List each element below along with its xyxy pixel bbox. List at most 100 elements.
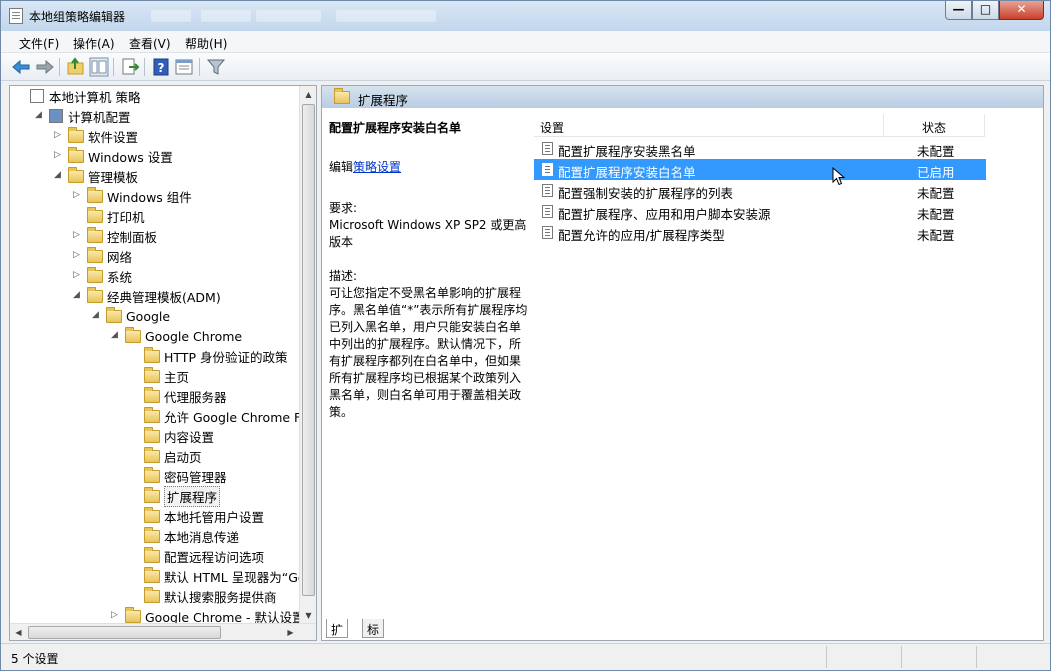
properties-icon[interactable] xyxy=(174,57,194,77)
tree-item-label: 允许 Google Chrome Fram xyxy=(164,409,317,425)
scroll-left-icon[interactable]: ◀ xyxy=(10,624,27,640)
tree-item[interactable]: ▷ 系统 xyxy=(73,266,132,286)
maximize-button[interactable]: □ xyxy=(972,1,999,20)
menu-bar: 文件(F) 操作(A) 查看(V) 帮助(H) xyxy=(1,31,1050,53)
background-blur xyxy=(336,10,436,22)
tree-horizontal-scrollbar[interactable]: ◀ ▶ xyxy=(10,623,316,640)
folder-icon xyxy=(125,606,141,623)
back-icon[interactable] xyxy=(11,57,31,77)
tree-item[interactable]: 本地托管用户设置 xyxy=(144,506,264,526)
folder-icon xyxy=(68,166,84,183)
tab-standard[interactable]: 标准 xyxy=(362,619,385,638)
list-item[interactable]: 配置强制安装的扩展程序的列表 未配置 xyxy=(534,180,986,201)
expand-arrow-icon[interactable]: ▷ xyxy=(54,150,61,160)
tree-item-label: 网络 xyxy=(107,249,133,265)
tab-extended[interactable]: 扩展 xyxy=(326,619,349,638)
tree-item-label: 代理服务器 xyxy=(164,389,227,405)
folder-icon xyxy=(125,326,141,343)
scroll-up-icon[interactable]: ▲ xyxy=(300,86,316,103)
show-hide-tree-icon[interactable] xyxy=(89,57,109,77)
minimize-button[interactable]: — xyxy=(945,1,972,20)
tree-item[interactable]: 本地消息传递 xyxy=(144,526,239,546)
expand-arrow-icon[interactable]: ▷ xyxy=(73,250,80,260)
tree-item-label: 本地消息传递 xyxy=(164,529,240,545)
title-bar[interactable]: 本地组策略编辑器 — □ ✕ xyxy=(1,1,1050,31)
scroll-down-icon[interactable]: ▼ xyxy=(300,607,316,624)
column-header-state[interactable]: 状态 xyxy=(884,114,985,137)
policy-setting-icon xyxy=(542,205,553,218)
list-item[interactable]: 配置扩展程序安装白名单 已启用 xyxy=(534,159,986,180)
policy-setting-icon xyxy=(542,142,553,155)
folder-icon xyxy=(144,466,160,483)
collapse-arrow-icon[interactable]: ◢ xyxy=(35,110,42,120)
tree-item[interactable]: 配置远程访问选项 xyxy=(144,546,264,566)
edit-policy-link[interactable]: 策略设置 xyxy=(353,160,401,174)
tree-item[interactable]: 默认 HTML 呈现器为“Goo xyxy=(144,566,313,586)
tree-item[interactable]: ▷ 软件设置 xyxy=(54,126,138,146)
collapse-arrow-icon[interactable]: ◢ xyxy=(73,290,80,300)
tree-item[interactable]: ▷ 控制面板 xyxy=(73,226,157,246)
tree-item[interactable]: 允许 Google Chrome Fram xyxy=(144,406,317,426)
tree-item[interactable]: 本地计算机 策略 xyxy=(30,86,140,106)
scrollbar-thumb[interactable] xyxy=(28,626,221,639)
export-list-icon[interactable] xyxy=(120,57,140,77)
collapse-arrow-icon[interactable]: ◢ xyxy=(111,330,118,340)
status-divider xyxy=(826,646,827,668)
forward-icon[interactable] xyxy=(35,57,55,77)
tree-item[interactable]: 默认搜索服务提供商 xyxy=(144,586,277,606)
tree-item[interactable]: ▷ Windows 设置 xyxy=(54,146,173,166)
tree-item-label: 密码管理器 xyxy=(164,469,227,485)
list-item[interactable]: 配置允许的应用/扩展程序类型 未配置 xyxy=(534,222,986,243)
collapse-arrow-icon[interactable]: ◢ xyxy=(92,310,99,320)
tree-item[interactable]: 主页 xyxy=(144,366,189,386)
policy-heading: 配置扩展程序安装白名单 xyxy=(329,121,462,135)
column-header-setting[interactable]: 设置 xyxy=(534,114,884,137)
tree-item[interactable]: 代理服务器 xyxy=(144,386,227,406)
tree-item[interactable]: ▷ Windows 组件 xyxy=(73,186,192,206)
edit-prefix: 编辑 xyxy=(329,160,354,174)
policy-setting-icon xyxy=(542,226,553,239)
filter-icon[interactable] xyxy=(206,57,226,77)
help-icon[interactable]: ? xyxy=(151,57,171,77)
folder-icon xyxy=(87,266,103,283)
list-item[interactable]: 配置扩展程序安装黑名单 未配置 xyxy=(534,138,986,159)
tree-item[interactable]: 内容设置 xyxy=(144,426,214,446)
folder-icon xyxy=(106,306,122,323)
folder-icon xyxy=(144,346,160,363)
expand-arrow-icon[interactable]: ▷ xyxy=(73,230,80,240)
tree-item[interactable]: 打印机 xyxy=(87,206,145,226)
menu-action[interactable]: 操作(A) xyxy=(73,35,115,52)
scrollbar-thumb[interactable] xyxy=(302,104,315,596)
setting-name: 配置允许的应用/扩展程序类型 xyxy=(558,228,725,243)
setting-state: 未配置 xyxy=(917,207,955,222)
menu-help[interactable]: 帮助(H) xyxy=(185,35,227,52)
tree-item-label: Windows 设置 xyxy=(88,149,173,165)
tree-item[interactable]: 扩展程序 xyxy=(144,485,221,507)
tree-item[interactable]: ▷ 网络 xyxy=(73,246,133,266)
tree-item[interactable]: 启动页 xyxy=(144,446,202,466)
close-button[interactable]: ✕ xyxy=(999,1,1044,20)
tree-item[interactable]: ◢ Google xyxy=(92,306,170,326)
menu-file[interactable]: 文件(F) xyxy=(19,35,59,52)
expand-arrow-icon[interactable]: ▷ xyxy=(73,190,80,200)
menu-view[interactable]: 查看(V) xyxy=(129,35,171,52)
status-bar: 5 个设置 xyxy=(1,643,1050,670)
tree-vertical-scrollbar[interactable]: ▲ ▼ xyxy=(299,86,316,624)
background-blur xyxy=(201,10,251,22)
scroll-right-icon[interactable]: ▶ xyxy=(282,624,299,640)
expand-arrow-icon[interactable]: ▷ xyxy=(73,270,80,280)
tree-item[interactable]: 密码管理器 xyxy=(144,466,227,486)
folder-icon xyxy=(144,526,160,543)
folder-icon xyxy=(144,366,160,383)
folder-icon xyxy=(87,186,103,203)
tree-item[interactable]: ◢ 计算机配置 xyxy=(35,106,131,126)
tree-item[interactable]: ◢ 经典管理模板(ADM) xyxy=(73,286,221,306)
up-folder-icon[interactable] xyxy=(66,57,86,77)
list-item[interactable]: 配置扩展程序、应用和用户脚本安装源 未配置 xyxy=(534,201,986,222)
collapse-arrow-icon[interactable]: ◢ xyxy=(54,170,61,180)
tree-item[interactable]: ◢ Google Chrome xyxy=(111,326,242,346)
tree-item[interactable]: HTTP 身份验证的政策 xyxy=(144,346,287,366)
expand-arrow-icon[interactable]: ▷ xyxy=(54,130,61,140)
expand-arrow-icon[interactable]: ▷ xyxy=(111,610,118,620)
tree-item[interactable]: ◢ 管理模板 xyxy=(54,166,138,186)
